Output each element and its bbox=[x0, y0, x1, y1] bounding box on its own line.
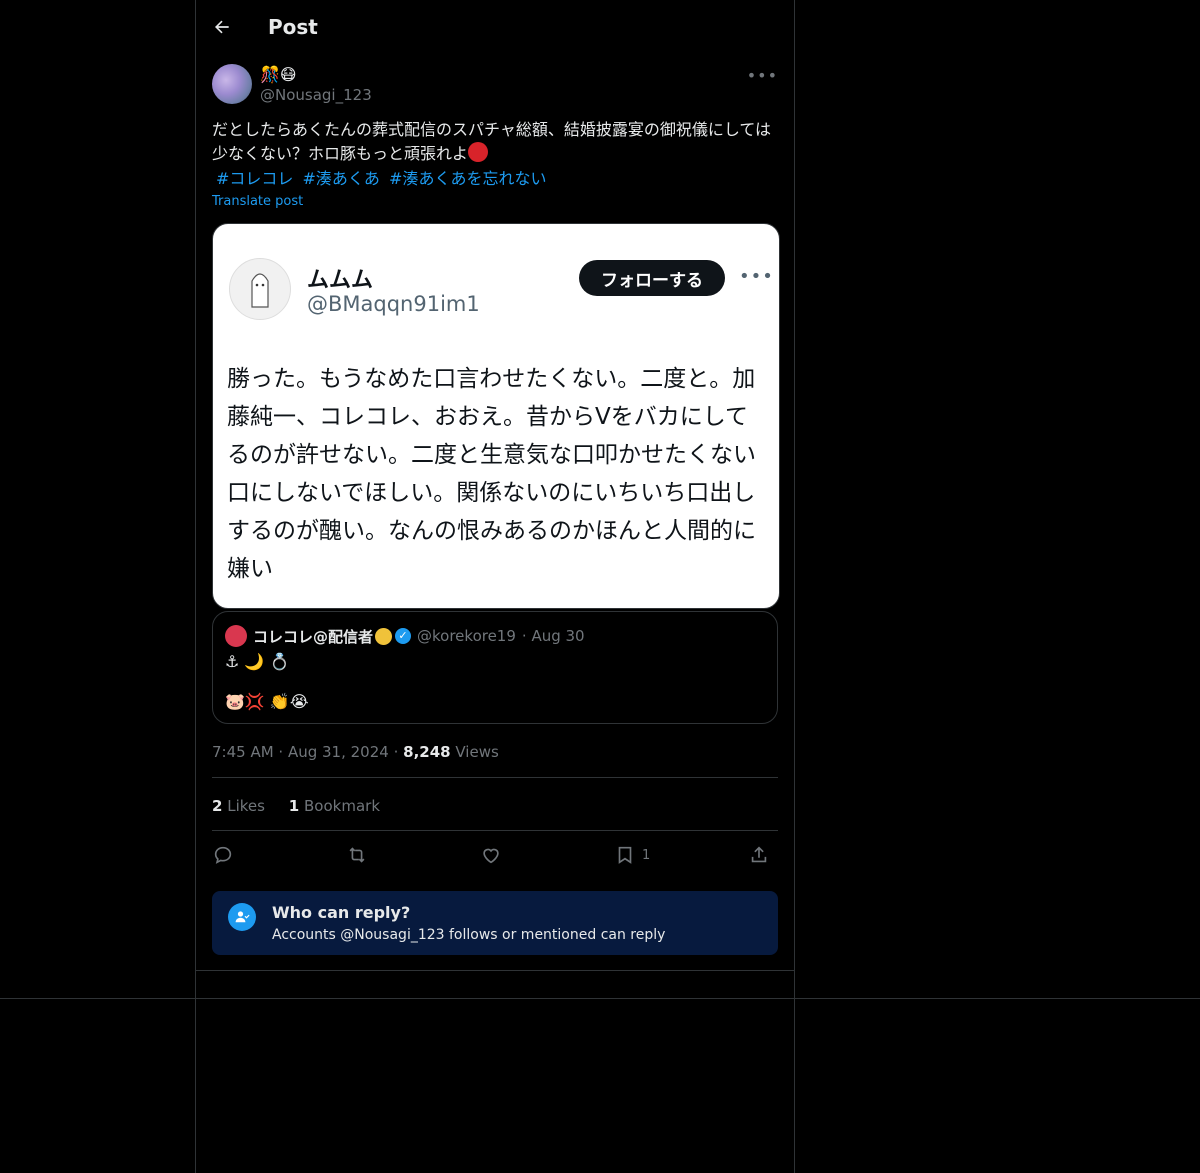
embedded-avatar bbox=[229, 258, 291, 320]
author-handle[interactable]: @Nousagi_123 bbox=[260, 86, 372, 104]
author-display-name[interactable]: 🎊😷 bbox=[260, 64, 372, 86]
post-metadata: 7:45 AM · Aug 31, 2024 · 8,248 Views bbox=[212, 743, 499, 761]
post-text: だとしたらあくたんの葬式配信のスパチャ総額、結婚披露宴の御祝儀にしては少なくない… bbox=[212, 120, 772, 163]
hashtag-link[interactable]: #コレコレ bbox=[216, 169, 293, 188]
page-title: Post bbox=[268, 15, 318, 39]
like-button[interactable] bbox=[480, 842, 502, 868]
angry-face-icon bbox=[468, 142, 489, 162]
more-options-icon[interactable]: ••• bbox=[747, 66, 778, 85]
hashtag-link[interactable]: #湊あくあ bbox=[303, 169, 380, 188]
bookmark-button[interactable]: 1 bbox=[614, 842, 650, 868]
reply-restriction-notice: Who can reply? Accounts @Nousagi_123 fol… bbox=[212, 891, 778, 955]
bookmark-icon bbox=[618, 846, 632, 864]
share-button[interactable] bbox=[748, 842, 770, 868]
heart-icon bbox=[483, 848, 499, 864]
hashtags: #コレコレ #湊あくあ #湊あくあを忘れない bbox=[216, 168, 550, 190]
quoted-author-name: コレコレ@配信者 bbox=[253, 627, 374, 646]
action-bar: 1 bbox=[212, 842, 778, 870]
likes-stat[interactable]: 2 Likes bbox=[212, 797, 265, 815]
reply-restriction-title: Who can reply? bbox=[272, 903, 411, 922]
views-count: 8,248 bbox=[403, 743, 451, 761]
post-image[interactable]: ムムム @BMaqqn91im1 フォローする ••• 勝った。もうなめた口言わ… bbox=[212, 223, 780, 609]
top-bar: Post bbox=[196, 0, 794, 54]
share-icon bbox=[751, 846, 767, 863]
embedded-name: ムムム bbox=[307, 268, 374, 293]
arrow-left-icon bbox=[215, 20, 229, 34]
reply-button[interactable] bbox=[212, 842, 234, 868]
embedded-follow-button: フォローする bbox=[579, 260, 725, 296]
quoted-post[interactable]: コレコレ@配信者 ✓ @korekore19 · Aug 30 ⚓ 🌙 💍 🐷💢… bbox=[212, 611, 778, 724]
quoted-author-handle: @korekore19 bbox=[417, 627, 516, 645]
divider bbox=[212, 777, 778, 778]
reply-icon bbox=[214, 846, 232, 864]
mask-face-icon bbox=[375, 627, 393, 645]
embedded-handle: @BMaqqn91im1 bbox=[307, 292, 480, 316]
quoted-post-text-line2: 🐷💢 👏😭 bbox=[225, 692, 309, 711]
divider bbox=[196, 970, 794, 971]
embedded-text: 勝った。もうなめた口言わせたくない。二度と。加藤純一、コレコレ、おおえ。昔からV… bbox=[227, 366, 756, 582]
bookmarks-stat[interactable]: 1 Bookmark bbox=[289, 797, 380, 815]
divider bbox=[212, 830, 778, 831]
views-label: Views bbox=[455, 743, 499, 761]
quoted-post-header: コレコレ@配信者 ✓ @korekore19 · Aug 30 bbox=[225, 625, 585, 647]
back-button[interactable] bbox=[210, 15, 234, 39]
repost-button[interactable] bbox=[346, 842, 368, 868]
verified-badge-icon: ✓ bbox=[395, 628, 412, 644]
person-check-icon bbox=[228, 903, 256, 931]
quoted-post-text-line1: ⚓ 🌙 💍 bbox=[225, 652, 290, 671]
engagement-stats: 2 Likes 1 Bookmark bbox=[212, 797, 380, 815]
translate-post-link[interactable]: Translate post bbox=[212, 194, 303, 209]
bookmark-count: 1 bbox=[642, 847, 651, 863]
post-author: 🎊😷 @Nousagi_123 ••• bbox=[212, 64, 778, 104]
repost-icon bbox=[349, 847, 365, 863]
embedded-more-icon: ••• bbox=[739, 266, 774, 287]
ghost-drawing-icon bbox=[251, 273, 269, 308]
reply-restriction-subtitle: Accounts @Nousagi_123 follows or mention… bbox=[272, 927, 666, 943]
horizontal-divider bbox=[0, 998, 1200, 999]
post-timestamp[interactable]: 7:45 AM · Aug 31, 2024 · bbox=[212, 743, 398, 761]
hashtag-link[interactable]: #湊あくあを忘れない bbox=[389, 169, 546, 188]
quoted-avatar bbox=[225, 625, 247, 647]
post-detail-column: Post 🎊😷 @Nousagi_123 ••• だとしたらあくたんの葬式配信の… bbox=[196, 0, 794, 955]
avatar[interactable] bbox=[212, 64, 252, 104]
quoted-post-date: · Aug 30 bbox=[521, 627, 585, 645]
